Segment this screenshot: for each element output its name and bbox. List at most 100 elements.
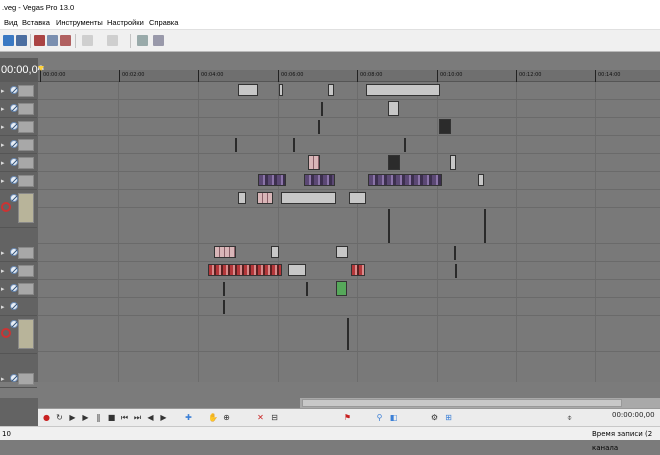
ignore-grouping-icon[interactable]: ⊞ (444, 413, 453, 422)
video-clip[interactable] (208, 264, 282, 276)
fx-gear-icon[interactable] (1, 202, 11, 212)
video-clip[interactable] (450, 155, 456, 170)
clip-edge[interactable] (388, 209, 390, 243)
scrollbar-thumb[interactable] (302, 399, 622, 407)
track-lane[interactable] (38, 82, 660, 100)
video-clip[interactable] (336, 281, 347, 296)
video-clip[interactable] (328, 84, 334, 96)
audio-track-header[interactable] (0, 190, 37, 228)
menu-item-settings[interactable]: Настройки (107, 16, 144, 30)
audio-track-header[interactable] (0, 316, 37, 354)
menu-item-help[interactable]: Справка (149, 16, 178, 30)
track-header[interactable]: ▸ (0, 244, 37, 262)
track-header[interactable]: ▸ (0, 82, 37, 100)
menu-item-insert[interactable]: Вставка (22, 16, 50, 30)
track-header[interactable]: ▸ (0, 280, 37, 298)
play-from-start-icon[interactable]: ▶ (68, 413, 77, 422)
time-ruler[interactable]: 00:00:00 00:02:00 00:04:00 00:06:00 00:0… (38, 70, 660, 82)
clip-edge[interactable] (454, 246, 456, 260)
go-to-start-icon[interactable]: ⏮ (120, 413, 129, 422)
lock-icon[interactable]: ▸ (1, 267, 5, 275)
video-clip[interactable] (304, 174, 335, 186)
video-clip[interactable] (271, 246, 279, 258)
mute-icon[interactable] (10, 374, 18, 382)
mute-icon[interactable] (10, 86, 18, 94)
video-clip[interactable] (388, 101, 399, 116)
mute-icon[interactable] (10, 302, 18, 310)
video-clip[interactable] (478, 174, 484, 186)
track-lane[interactable] (38, 370, 660, 382)
pause-icon[interactable]: ‖ (94, 413, 103, 422)
copy-icon[interactable] (47, 35, 58, 46)
video-clip[interactable] (336, 246, 348, 258)
mute-icon[interactable] (10, 266, 18, 274)
menu-item-tools[interactable]: Инструменты (56, 16, 103, 30)
lock-icon[interactable]: ▸ (1, 159, 5, 167)
snap-icon[interactable]: ⚲ (375, 413, 384, 422)
clip-edge[interactable] (455, 264, 457, 278)
stop-icon[interactable]: ■ (107, 413, 116, 422)
track-lane[interactable] (38, 118, 660, 136)
clip-edge[interactable] (293, 138, 295, 152)
mute-icon[interactable] (10, 284, 18, 292)
clip-edge[interactable] (223, 300, 225, 314)
record-icon[interactable]: ● (42, 413, 51, 422)
delete-icon[interactable]: ✕ (256, 413, 265, 422)
video-clip[interactable] (351, 264, 365, 276)
video-clip[interactable] (368, 174, 442, 186)
video-clip[interactable] (257, 192, 273, 204)
normal-edit-tool-icon[interactable]: ✚ (184, 413, 193, 422)
lock-icon[interactable]: ▸ (1, 87, 5, 95)
track-header[interactable]: ▸ (0, 172, 37, 190)
lock-icon[interactable]: ▸ (1, 375, 5, 383)
clip-edge[interactable] (306, 282, 308, 296)
video-clip[interactable] (238, 192, 246, 204)
video-clip[interactable] (238, 84, 258, 96)
envelope-tool-icon[interactable] (153, 35, 164, 46)
lock-icon[interactable]: ▸ (1, 105, 5, 113)
play-icon[interactable]: ▶ (81, 413, 90, 422)
render-icon[interactable] (16, 35, 27, 46)
video-clip[interactable] (279, 84, 283, 96)
audio-lane[interactable] (38, 316, 660, 352)
track-lane[interactable] (38, 280, 660, 298)
track-lane[interactable] (38, 100, 660, 118)
lock-icon[interactable]: ▸ (1, 303, 5, 311)
video-clip[interactable] (258, 174, 286, 186)
next-frame-icon[interactable]: ▶ (159, 413, 168, 422)
properties-icon[interactable] (3, 35, 14, 46)
track-lane[interactable] (38, 190, 660, 208)
redo-icon[interactable] (107, 35, 118, 46)
video-clip[interactable] (388, 155, 400, 170)
mute-icon[interactable] (10, 122, 18, 130)
lock-icon[interactable]: ▸ (1, 123, 5, 131)
mute-icon[interactable] (10, 248, 18, 256)
clip-edge[interactable] (484, 209, 486, 243)
video-clip[interactable] (349, 192, 366, 204)
audio-lane[interactable] (38, 208, 660, 244)
lock-icon[interactable]: ▸ (1, 141, 5, 149)
video-clip[interactable] (288, 264, 306, 276)
track-header[interactable]: ▸ (0, 154, 37, 172)
track-header[interactable]: ▸ (0, 100, 37, 118)
clip-edge[interactable] (235, 138, 237, 152)
track-lane[interactable] (38, 298, 660, 316)
envelope-edit-tool-icon[interactable]: ✋ (208, 413, 218, 422)
mute-icon[interactable] (10, 320, 18, 328)
track-header[interactable]: ▸ (0, 370, 37, 388)
track-header[interactable]: ▸ (0, 262, 37, 280)
timeline-area[interactable] (38, 82, 660, 382)
trim-icon[interactable]: ⊟ (270, 413, 279, 422)
track-header[interactable]: ▸ (0, 298, 37, 316)
lock-envelopes-icon[interactable]: ⚙ (430, 413, 439, 422)
clip-edge[interactable] (347, 318, 349, 350)
mute-icon[interactable] (10, 140, 18, 148)
mute-icon[interactable] (10, 104, 18, 112)
track-lane[interactable] (38, 136, 660, 154)
cut-icon[interactable] (34, 35, 45, 46)
video-clip[interactable] (366, 84, 440, 96)
menu-item-view[interactable]: Вид (4, 16, 18, 30)
loop-icon[interactable]: ↻ (55, 413, 64, 422)
track-lane[interactable] (38, 172, 660, 190)
edit-tool-icon[interactable] (137, 35, 148, 46)
